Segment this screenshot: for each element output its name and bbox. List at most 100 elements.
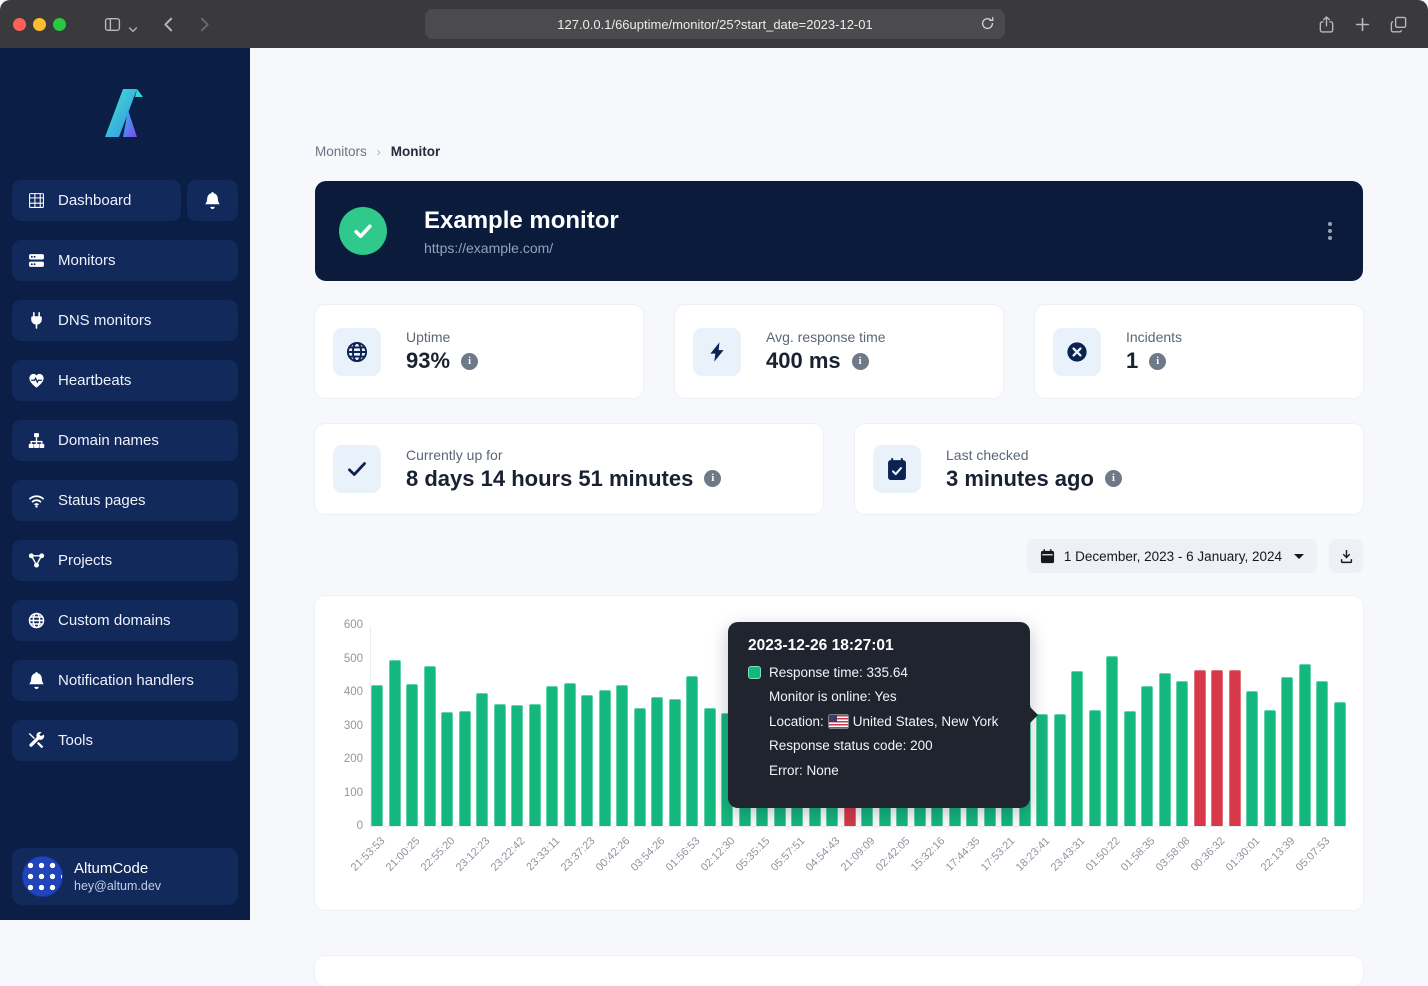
date-range-button[interactable]: 1 December, 2023 - 6 January, 2024 bbox=[1027, 539, 1317, 573]
sidebar-item-label: DNS monitors bbox=[58, 312, 151, 329]
chart-bar[interactable] bbox=[1089, 710, 1101, 826]
series-swatch bbox=[748, 666, 761, 679]
download-button[interactable] bbox=[1329, 539, 1363, 573]
chart-bar[interactable] bbox=[389, 660, 401, 826]
main-content: Monitors › Monitor Example monitor https… bbox=[250, 48, 1428, 920]
chart-bar[interactable] bbox=[1071, 671, 1083, 826]
chart-bar[interactable] bbox=[1264, 710, 1276, 826]
notifications-button[interactable] bbox=[187, 180, 238, 221]
chevron-down-icon[interactable] bbox=[128, 21, 138, 38]
minimize-window-button[interactable] bbox=[33, 18, 46, 31]
x-axis-label: 03:54:26 bbox=[629, 835, 668, 874]
globe-icon bbox=[346, 341, 368, 363]
new-tab-icon[interactable] bbox=[1354, 16, 1371, 33]
monitor-url: https://example.com/ bbox=[424, 240, 619, 256]
info-icon[interactable] bbox=[1105, 470, 1122, 487]
share-icon[interactable] bbox=[1318, 16, 1335, 33]
chart-bar[interactable] bbox=[441, 712, 453, 826]
app-logo[interactable] bbox=[0, 60, 250, 166]
chart-bar[interactable] bbox=[1246, 691, 1258, 826]
x-axis-label: 00:36:32 bbox=[1189, 835, 1228, 874]
address-bar[interactable]: 127.0.0.1/66uptime/monitor/25?start_date… bbox=[425, 9, 1005, 39]
user-card[interactable]: AltumCode hey@altum.dev bbox=[12, 848, 238, 905]
chart-bar[interactable] bbox=[529, 704, 541, 826]
chart-bar[interactable] bbox=[1211, 670, 1223, 826]
chart-bar[interactable] bbox=[371, 685, 383, 826]
circle-x-icon bbox=[1066, 341, 1088, 363]
x-axis-label: 00:42:26 bbox=[594, 835, 633, 874]
monitor-menu-button[interactable] bbox=[1321, 222, 1339, 240]
chart-bar[interactable] bbox=[1176, 681, 1188, 826]
chart-bar[interactable] bbox=[511, 705, 523, 826]
chart-bar[interactable] bbox=[1281, 677, 1293, 826]
chart-bar[interactable] bbox=[616, 685, 628, 826]
zoom-window-button[interactable] bbox=[53, 18, 66, 31]
chart-bar[interactable] bbox=[1316, 681, 1328, 826]
stat-text: Uptime93% bbox=[406, 329, 478, 374]
info-icon[interactable] bbox=[704, 470, 721, 487]
sidebar-item-label: Tools bbox=[58, 732, 93, 749]
sidebar-item-custom-domains[interactable]: Custom domains bbox=[12, 600, 238, 641]
stat-label: Last checked bbox=[946, 447, 1122, 463]
sidebar-item-monitors[interactable]: Monitors bbox=[12, 240, 238, 281]
chart-bar[interactable] bbox=[459, 711, 471, 826]
info-icon[interactable] bbox=[461, 353, 478, 370]
stat-text: Last checked3 minutes ago bbox=[946, 447, 1122, 492]
chart-bar[interactable] bbox=[406, 684, 418, 826]
chart-bar[interactable] bbox=[599, 690, 611, 826]
chart-bar[interactable] bbox=[1159, 673, 1171, 826]
forward-button[interactable] bbox=[196, 16, 213, 33]
sidebar-item-status-pages[interactable]: Status pages bbox=[12, 480, 238, 521]
close-window-button[interactable] bbox=[13, 18, 26, 31]
chart-bar[interactable] bbox=[1124, 711, 1136, 826]
calendar-check-icon bbox=[886, 458, 908, 480]
diagram-icon bbox=[28, 552, 45, 569]
date-range-row: 1 December, 2023 - 6 January, 2024 bbox=[315, 539, 1363, 573]
chart-bar[interactable] bbox=[424, 666, 436, 826]
tab-overview-icon[interactable] bbox=[1390, 16, 1407, 33]
x-axis-label: 22:55:20 bbox=[419, 835, 458, 874]
chart-bar[interactable] bbox=[1229, 670, 1241, 826]
chart-bar[interactable] bbox=[634, 708, 646, 826]
sidebar-item-heartbeats[interactable]: Heartbeats bbox=[12, 360, 238, 401]
us-flag-icon bbox=[829, 715, 848, 728]
sidebar-item-dashboard[interactable]: Dashboard bbox=[12, 180, 181, 221]
chart-bar[interactable] bbox=[1141, 686, 1153, 826]
chart-bar[interactable] bbox=[564, 683, 576, 826]
reload-icon[interactable] bbox=[980, 16, 995, 31]
chart-bar[interactable] bbox=[651, 697, 663, 826]
stat-value-row: 400 ms bbox=[766, 348, 886, 374]
back-button[interactable] bbox=[160, 16, 177, 33]
breadcrumb: Monitors › Monitor bbox=[315, 144, 440, 159]
chart-bar[interactable] bbox=[1054, 714, 1066, 826]
tooltip-title: 2023-12-26 18:27:01 bbox=[748, 637, 1010, 655]
sidebar-item-notification-handlers[interactable]: Notification handlers bbox=[12, 660, 238, 701]
server-icon bbox=[28, 252, 45, 269]
chart-bar[interactable] bbox=[1036, 714, 1048, 826]
stat-value: 400 ms bbox=[766, 348, 841, 374]
chart-bar[interactable] bbox=[581, 695, 593, 826]
chart-bar[interactable] bbox=[1106, 656, 1118, 827]
chart-bar[interactable] bbox=[704, 708, 716, 826]
chart-bar[interactable] bbox=[476, 693, 488, 826]
sidebar-toggle-icon[interactable] bbox=[104, 16, 121, 33]
chart-bar[interactable] bbox=[546, 686, 558, 826]
chart-bar[interactable] bbox=[1299, 664, 1311, 826]
sidebar-item-tools[interactable]: Tools bbox=[12, 720, 238, 761]
sidebar-item-projects[interactable]: Projects bbox=[12, 540, 238, 581]
chart-bar[interactable] bbox=[686, 676, 698, 826]
info-icon[interactable] bbox=[852, 353, 869, 370]
chart-bar[interactable] bbox=[1194, 670, 1206, 826]
sidebar-item-domain-names[interactable]: Domain names bbox=[12, 420, 238, 461]
breadcrumb-monitors[interactable]: Monitors bbox=[315, 144, 367, 159]
sidebar-item-label: Dashboard bbox=[58, 192, 131, 209]
chart-bar[interactable] bbox=[1334, 702, 1346, 826]
sidebar-item-dns-monitors[interactable]: DNS monitors bbox=[12, 300, 238, 341]
info-icon[interactable] bbox=[1149, 353, 1166, 370]
stat-label: Uptime bbox=[406, 329, 478, 345]
chart-bar[interactable] bbox=[494, 704, 506, 826]
chart-bar[interactable] bbox=[669, 699, 681, 826]
x-axis-label: 17:44:35 bbox=[944, 835, 983, 874]
x-axis-label: 04:54:43 bbox=[804, 835, 843, 874]
response-time-chart: 6005004003002001000 21:53:5321:00:2522:5… bbox=[315, 596, 1363, 910]
